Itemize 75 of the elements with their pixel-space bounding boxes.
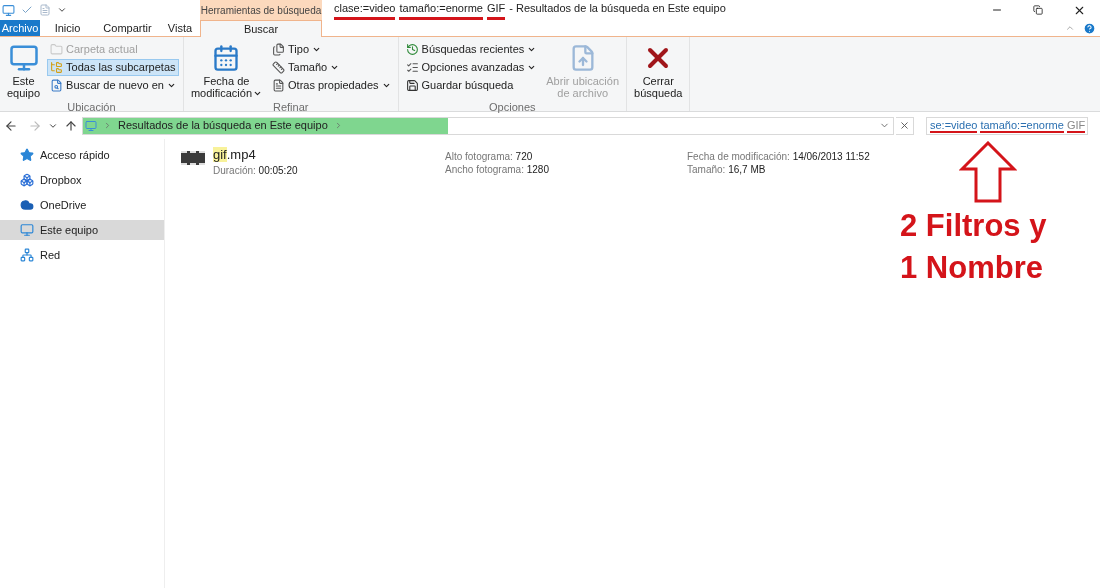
sidebar-item[interactable]: OneDrive: [0, 195, 164, 215]
sidebar-item[interactable]: Dropbox: [0, 170, 164, 190]
sidebar-item[interactable]: Red: [0, 245, 164, 265]
explorer-icon[interactable]: [2, 3, 15, 17]
chevron-icon: [103, 121, 112, 130]
ribbon-button[interactable]: Búsquedas recientes: [402, 41, 540, 58]
file-property: Tamaño: 16,7 MB: [687, 163, 767, 176]
ribbon-button[interactable]: Opciones avanzadas: [402, 59, 540, 76]
ribbon-button[interactable]: Tipo: [269, 41, 394, 58]
computer-icon: [20, 223, 34, 237]
ribbon-button[interactable]: Otras propiedades: [269, 77, 394, 94]
search-icon: [50, 79, 64, 92]
search-term: tamaño:=enorme: [980, 118, 1064, 133]
annotation-text: 2 Filtros y 1 Nombre: [900, 207, 1047, 287]
ribbon-button[interactable]: Tamaño: [269, 59, 394, 76]
network-icon: [20, 248, 34, 262]
button-label-line: Cerrar: [642, 75, 674, 87]
address-bar[interactable]: Resultados de la búsqueda en Este equipo: [82, 116, 894, 135]
history-icon: [405, 43, 419, 56]
up-arrow-drawing: [959, 141, 1017, 203]
cloud-icon: [20, 198, 34, 212]
button-label-line: modificación: [190, 87, 263, 99]
caret-icon[interactable]: [57, 5, 67, 15]
caret-icon: [381, 81, 391, 90]
window-title: GIF: [486, 0, 506, 21]
ribbon-large-button[interactable]: Cerrar búsqueda: [631, 41, 686, 99]
save-icon: [405, 79, 419, 92]
ribbon-tab[interactable]: Archivo: [0, 20, 40, 36]
ribbon-tab[interactable]: Vista: [160, 20, 200, 36]
ribbon-button[interactable]: Todas las subcarpetas: [47, 59, 179, 76]
calendar-icon: [212, 44, 241, 72]
button-label-line: búsqueda: [634, 87, 683, 99]
file-property: Alto fotograma: 720: [445, 150, 534, 163]
button-label-line: Abrir ubicación: [546, 75, 620, 87]
up-icon[interactable]: [64, 118, 78, 133]
button-label-line: Fecha de: [203, 75, 250, 87]
ribbon-group-label: Ubicación: [66, 100, 117, 115]
clear-icon[interactable]: [899, 120, 910, 131]
file-property: Ancho fotograma: 1280: [445, 163, 550, 176]
ribbon-large-button[interactable]: Este equipo: [4, 41, 44, 99]
search-field[interactable]: se:=video tamaño:=enorme GIF: [926, 116, 1088, 135]
star-icon: [20, 148, 34, 162]
files-icon: [272, 43, 286, 56]
boxes-icon: [20, 173, 34, 187]
ribbon-tab[interactable]: Compartir: [95, 20, 160, 36]
ribbon-group-label: Refinar: [272, 100, 310, 115]
folders-icon: [50, 61, 64, 74]
ribbon-large-button[interactable]: Fecha de modificación: [187, 41, 266, 99]
restore-icon[interactable]: [1033, 5, 1043, 15]
file-property: Duración: 00:05:20: [213, 164, 299, 178]
sidebar-item[interactable]: Acceso rápido: [0, 145, 164, 165]
computer-icon: [8, 43, 39, 73]
checklist-icon: [405, 61, 419, 74]
window-title: - Resultados de la búsqueda en Este equipo: [509, 0, 726, 16]
back-icon[interactable]: [4, 118, 18, 133]
sidebar-item[interactable]: Este equipo: [0, 220, 164, 240]
ribbon-tab[interactable]: Inicio: [40, 20, 95, 36]
file-name[interactable]: gif.mp4: [213, 147, 445, 163]
window-title: tamaño:=enorme: [399, 0, 483, 21]
ribbon-tab[interactable]: Buscar: [200, 20, 322, 37]
file-property: Fecha de modificación: 14/06/2013 11:52: [687, 150, 870, 163]
caret-icon: [166, 81, 176, 90]
search-term: se:=video: [930, 118, 978, 133]
search-term: GIF: [1066, 118, 1086, 133]
button-label-line: equipo: [7, 87, 41, 99]
breadcrumb[interactable]: Resultados de la búsqueda en Este equipo: [118, 117, 328, 134]
help-icon[interactable]: [1083, 21, 1096, 35]
ribbon-button[interactable]: Guardar búsqueda: [402, 77, 540, 94]
context-tab-header: Herramientas de búsqueda: [200, 0, 322, 20]
ribbon-button[interactable]: Buscar de nuevo en: [47, 77, 179, 94]
ribbon-group-label: Opciones: [488, 100, 537, 115]
button-label-line: de archivo: [557, 87, 609, 99]
video-thumbnail: [181, 151, 205, 165]
button-label-line: Este: [12, 75, 35, 87]
window-title: clase:=video: [334, 0, 396, 21]
